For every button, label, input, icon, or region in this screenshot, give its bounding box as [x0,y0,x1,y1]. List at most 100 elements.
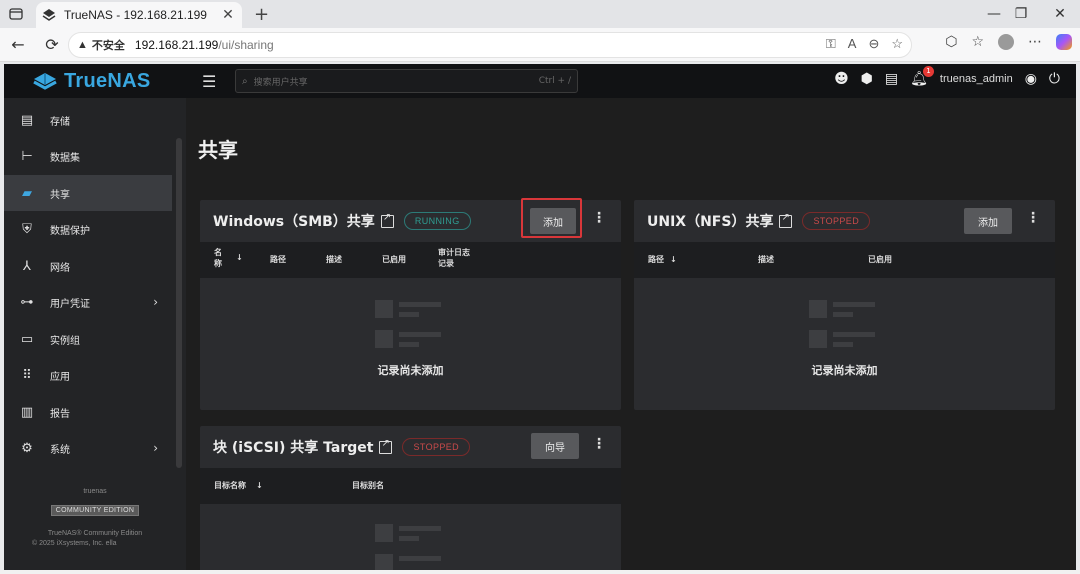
storage-icon: ▤ [20,112,34,128]
truecommand-icon[interactable]: ⬢ [861,71,873,87]
sidebar-item-apps[interactable]: ⠿ 应用 [4,357,172,393]
truenas-logo[interactable]: TrueNAS [32,70,151,93]
apps-grid-icon: ⠿ [22,367,32,383]
back-arrow-icon[interactable]: ← [6,35,30,54]
sort-down-icon[interactable]: ↓ [236,252,243,263]
iscsi-card-title[interactable]: 块 (iSCSI) 共享 Target [213,437,373,457]
security-label[interactable]: 不安全 [92,37,125,53]
favorite-star-icon[interactable]: ☆ [891,36,903,52]
sidebar-item-storage[interactable]: ▤ 存储 [4,102,172,138]
power-icon[interactable]: ⏻ [1049,71,1060,87]
column-header-path[interactable]: 路径 [648,254,664,265]
notification-count-badge: 1 [922,66,934,77]
truenas-logo-icon [33,72,57,90]
hamburger-menu-icon[interactable]: ☰ [202,72,216,91]
reports-icon: ▥ [20,404,34,420]
reload-icon[interactable]: ⟳ [40,35,64,54]
nfs-card-title[interactable]: UNIX（NFS）共享 [647,211,773,231]
address-bar-row: ← ⟳ ▲ 不安全 192.168.21.199 /ui/sharing ⚿ A… [0,28,1080,62]
shield-icon: ⛨ [22,221,32,237]
key-icon[interactable]: ⚿ [826,36,836,52]
iscsi-empty-state [200,524,621,570]
sidebar-item-datasets[interactable]: ⊢ 数据集 [4,138,172,174]
external-link-icon[interactable] [380,212,394,228]
nfs-add-button[interactable]: 添加 [964,208,1012,234]
column-header-target-name[interactable]: 目标名称 [214,480,246,491]
sidebar-item-label: 共享 [50,189,70,201]
url-field[interactable]: ▲ 不安全 192.168.21.199 /ui/sharing ⚿ A ⊖ ☆ [68,32,912,58]
search-shortcut: Ctrl + / [538,76,571,86]
notifications-bell-icon[interactable]: 🔔︎ 1 [910,66,934,87]
profile-avatar[interactable] [998,34,1014,50]
sidebar-item-label: 系统 [50,444,70,456]
column-header-enabled[interactable]: 已启用 [382,254,406,265]
search-box[interactable]: ⌕ 搜索用户共享 Ctrl + / [235,69,578,93]
copyright-line-2[interactable]: © 2025 iXsystems, Inc. ella [4,540,186,547]
tab-close-icon[interactable]: ✕ [220,7,236,23]
sidebar-item-system[interactable]: ⚙ 系统 › [4,430,172,466]
sidebar-scrollbar[interactable] [176,138,182,468]
column-header-enabled[interactable]: 已启用 [868,254,892,265]
more-menu-icon[interactable]: ⋯ [1028,34,1042,50]
smb-more-menu-icon[interactable]: ⋮ [592,210,606,226]
external-link-icon[interactable] [779,212,793,228]
iscsi-more-menu-icon[interactable]: ⋮ [592,436,606,452]
read-aloud-icon[interactable]: A [848,36,857,52]
nfs-more-menu-icon[interactable]: ⋮ [1026,210,1040,226]
chevron-right-icon: › [153,441,158,455]
sidebar-item-label: 报告 [50,408,70,420]
search-input[interactable]: 搜索用户共享 [254,75,539,88]
sidebar-item-instances[interactable]: ▭ 实例组 [4,321,172,357]
username-label[interactable]: truenas_admin [940,73,1013,85]
external-link-icon[interactable] [379,438,393,454]
column-header-name[interactable]: 名称 [214,247,226,269]
sort-down-icon[interactable]: ↓ [256,480,263,491]
sidebar-item-label: 实例组 [50,335,80,347]
browser-tab[interactable]: TrueNAS - 192.168.21.199 ✕ [36,2,242,28]
maximize-button[interactable]: ❐ [1001,2,1041,26]
nfs-table-header: 路径 ↓ 描述 已启用 [634,242,1055,278]
smb-empty-text: 记录尚未添加 [377,364,444,377]
warning-icon: ▲ [77,39,88,51]
key-icon: ⊶ [20,294,34,310]
sidebar-item-network[interactable]: ⅄ 网络 [4,248,172,284]
sidebar-item-credentials[interactable]: ⊶ 用户凭证 › [4,284,172,320]
jobs-clipboard-icon[interactable]: ▤ [885,71,898,87]
sidebar-item-data-protection[interactable]: ⛨ 数据保护 [4,211,172,247]
sidebar-item-label: 数据保护 [50,225,90,237]
url-path: /ui/sharing [218,38,274,52]
column-header-audit-logging[interactable]: 审计日志记录 [438,247,470,269]
iscsi-status-badge[interactable]: STOPPED [402,438,471,456]
smb-status-badge[interactable]: RUNNING [403,212,471,230]
url-host: 192.168.21.199 [134,38,219,52]
close-window-button[interactable]: ✕ [1040,2,1080,26]
iscsi-wizard-button[interactable]: 向导 [531,433,579,459]
laptop-icon: ▭ [20,331,34,347]
feedback-smiley-icon[interactable]: ☻ [834,71,849,87]
account-circle-icon[interactable]: ◉ [1025,71,1037,87]
window-menu-icon[interactable] [6,4,26,24]
sort-down-icon[interactable]: ↓ [670,254,677,265]
new-tab-button[interactable]: + [254,4,269,25]
empty-placeholder-icon [374,524,447,570]
extensions-icon[interactable]: ⬡ [945,34,957,50]
sidebar-item-label: 用户凭证 [50,298,90,310]
copyright-line-1: TrueNAS® Community Edition [47,530,143,537]
favorites-icon[interactable]: ☆ [971,34,984,50]
smb-shares-card: Windows（SMB）共享 RUNNING 添加 ⋮ 名称 ↓ 路径 描述 已… [200,198,621,410]
copilot-icon[interactable] [1056,34,1072,50]
footer-name: truenas [83,488,107,495]
datasets-icon: ⊢ [21,148,33,164]
sidebar-item-reports[interactable]: ▥ 报告 [4,394,172,430]
sidebar-item-shares[interactable]: ▰ 共享 [4,175,172,211]
nfs-status-badge[interactable]: STOPPED [802,212,871,230]
sidebar: ▤ 存储 ⊢ 数据集 ▰ 共享 ⛨ 数据保护 ⅄ 网络 ⊶ 用户凭证 › ▭ 实… [4,98,186,570]
column-header-description[interactable]: 描述 [758,254,774,265]
gear-icon: ⚙ [21,440,33,456]
column-header-target-alias[interactable]: 目标别名 [352,480,384,491]
column-header-path[interactable]: 路径 [270,254,286,265]
column-header-description[interactable]: 描述 [326,254,342,265]
smb-card-title[interactable]: Windows（SMB）共享 [213,211,375,231]
smb-add-button[interactable]: 添加 [530,208,576,234]
zoom-icon[interactable]: ⊖ [868,36,879,52]
